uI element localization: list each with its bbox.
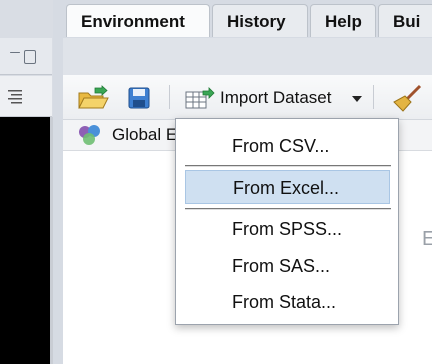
broom-icon[interactable] [393, 83, 423, 113]
left-pane-header [0, 38, 52, 75]
pane-splitter[interactable] [53, 0, 63, 364]
menu-item-from-excel[interactable]: From Excel... [185, 170, 390, 204]
toolbar-separator [169, 85, 170, 109]
menu-item-from-stata[interactable]: From Stata... [185, 285, 390, 319]
tab-bar [63, 38, 432, 75]
menu-divider [185, 166, 391, 167]
tab-help[interactable]: Help [310, 4, 376, 37]
menu-item-from-csv[interactable]: From CSV... [185, 129, 390, 163]
console-area[interactable] [0, 117, 50, 364]
minimize-icon[interactable] [10, 52, 20, 53]
menu-item-from-spss[interactable]: From SPSS... [185, 212, 390, 246]
table-import-icon[interactable] [185, 87, 215, 109]
tab-build[interactable]: Bui [378, 4, 432, 37]
r-environment-icon[interactable] [77, 124, 103, 146]
align-icon[interactable] [6, 88, 24, 104]
global-environment-dropdown[interactable]: Global E [112, 125, 177, 145]
background-text: E [422, 228, 432, 250]
left-toolbar [0, 76, 52, 117]
menu-divider [185, 209, 391, 210]
tab-environment[interactable]: Environment [66, 4, 210, 37]
maximize-icon[interactable] [24, 50, 36, 64]
menu-item-from-sas[interactable]: From SAS... [185, 249, 390, 283]
import-dataset-button[interactable]: Import Dataset [220, 88, 332, 108]
chevron-down-icon[interactable] [352, 96, 362, 102]
import-dataset-menu: From CSV... From Excel... From SPSS... F… [175, 118, 399, 325]
folder-open-icon[interactable] [77, 85, 109, 111]
save-icon[interactable] [127, 86, 151, 110]
toolbar-separator [373, 85, 374, 109]
tab-history[interactable]: History [212, 4, 308, 37]
